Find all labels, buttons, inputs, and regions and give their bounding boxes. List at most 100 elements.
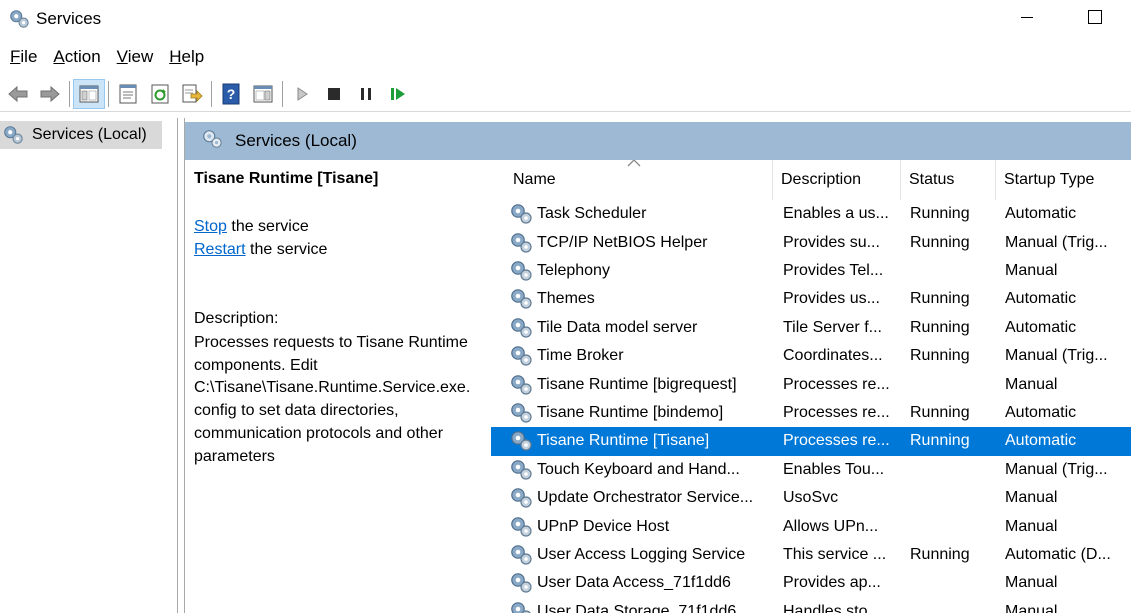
stop-service-button[interactable]: [318, 79, 350, 109]
show-action-pane-button[interactable]: [247, 79, 279, 109]
table-row[interactable]: Tisane Runtime [bindemo] Processes re... R…: [491, 399, 1131, 427]
table-row[interactable]: Time Broker Coordinates... Running Manual (…: [491, 342, 1131, 370]
service-status: Running: [910, 318, 970, 336]
service-startup-type: Manual: [1005, 574, 1058, 592]
pane-header-label: Services (Local): [235, 131, 357, 150]
table-row[interactable]: Tisane Runtime [Tisane] Processes re... Ru…: [491, 427, 1131, 456]
help-button[interactable]: ?: [215, 79, 247, 109]
properties-button[interactable]: [112, 79, 144, 109]
menu-help-accel: H: [169, 47, 182, 66]
service-startup-type: Automatic: [1005, 403, 1077, 421]
menu-action-accel: A: [53, 47, 65, 66]
pause-service-button[interactable]: [350, 79, 382, 109]
back-arrow-icon: [8, 85, 28, 102]
toolbar-separator: [108, 80, 109, 107]
service-startup-type: Automatic: [1005, 432, 1077, 450]
services-list: Name Description Status Startup Type Tas…: [491, 160, 1131, 613]
maximize-icon: [1088, 10, 1102, 24]
selected-service-title: Tisane Runtime [Tisane]: [194, 170, 379, 187]
service-startup-type: Automatic (D...: [1005, 545, 1111, 563]
column-header-startup-type[interactable]: Startup Type: [996, 160, 1131, 200]
tree-item-services-local[interactable]: Services (Local): [0, 121, 162, 149]
table-row[interactable]: Touch Keyboard and Hand... Enables Tou...…: [491, 456, 1131, 484]
service-description: Processes re...: [783, 403, 890, 421]
service-status: [910, 456, 1000, 484]
service-description: Provides us...: [783, 290, 880, 308]
stop-service-icon: [328, 87, 340, 100]
table-row[interactable]: User Access Logging Service This service …: [491, 541, 1131, 569]
resume-service-button[interactable]: [382, 79, 414, 109]
table-row[interactable]: TCP/IP NetBIOS Helper Provides su... Runni…: [491, 228, 1131, 256]
svg-text:?: ?: [227, 86, 236, 102]
table-row[interactable]: UPnP Device Host Allows UPn... Manual: [491, 512, 1131, 540]
table-row[interactable]: Telephony Provides Tel... Manual: [491, 257, 1131, 285]
table-row[interactable]: User Data Storage_71f1dd6 Handles sto... M…: [491, 598, 1131, 613]
column-header-name[interactable]: Name: [505, 160, 773, 200]
service-status: Running: [910, 545, 970, 563]
refresh-button[interactable]: [144, 79, 176, 109]
table-row[interactable]: User Data Access_71f1dd6 Provides ap... Ma…: [491, 569, 1131, 597]
minimize-button[interactable]: [1004, 0, 1050, 34]
services-gear-icon: [2, 124, 28, 146]
extended-description-pane: Tisane Runtime [Tisane] Stop the service…: [185, 160, 491, 613]
forward-button[interactable]: [34, 79, 66, 109]
restart-suffix: the service: [245, 241, 328, 258]
restart-line: Restart the service: [194, 241, 327, 259]
service-description: Enables Tou...: [783, 460, 885, 478]
table-row[interactable]: Task Scheduler Enables a us... Running Auto…: [491, 200, 1131, 228]
service-startup-type: Manual: [1005, 375, 1058, 393]
pane-header: Services (Local): [185, 122, 1131, 160]
service-status: Running: [910, 432, 970, 450]
service-startup-type: Manual: [1005, 261, 1058, 279]
column-header-status[interactable]: Status: [901, 160, 996, 200]
show-hide-console-tree-button[interactable]: [73, 78, 105, 109]
service-status: [910, 512, 1000, 540]
service-status: Running: [910, 290, 970, 308]
back-button[interactable]: [2, 79, 34, 109]
service-startup-type: Manual: [1005, 517, 1058, 535]
service-name: Tisane Runtime [bindemo]: [537, 403, 724, 421]
menu-view[interactable]: View: [109, 47, 162, 67]
window-title: Services: [36, 9, 102, 28]
export-list-button[interactable]: [176, 79, 208, 109]
toolbar-separator: [282, 80, 283, 107]
menu-file[interactable]: File: [2, 47, 45, 67]
service-description: Enables a us...: [783, 205, 889, 223]
service-startup-type: Manual (Trig...: [1005, 347, 1108, 365]
maximize-button[interactable]: [1072, 0, 1118, 34]
service-description: Handles sto...: [783, 602, 881, 613]
menu-view-label: iew: [127, 47, 154, 66]
service-gear-icon: [509, 399, 535, 427]
restart-service-link[interactable]: Restart: [194, 241, 246, 258]
service-name: Time Broker: [537, 347, 624, 365]
service-name: UPnP Device Host: [537, 517, 670, 535]
service-startup-type: Manual: [1005, 602, 1058, 613]
menu-help[interactable]: Help: [161, 47, 212, 67]
service-status: [910, 484, 1000, 512]
service-status: [910, 370, 1000, 398]
column-header-description[interactable]: Description: [773, 160, 901, 200]
table-row[interactable]: Themes Provides us... Running Automatic: [491, 285, 1131, 313]
table-row[interactable]: Tisane Runtime [bigrequest] Processes re.…: [491, 370, 1131, 398]
menu-action[interactable]: Action: [45, 47, 108, 67]
service-gear-icon: [509, 285, 535, 313]
service-description: Provides Tel...: [783, 261, 884, 279]
start-service-button[interactable]: [286, 79, 318, 109]
service-name: Touch Keyboard and Hand...: [537, 460, 740, 478]
menu-bar: File Action View Help: [0, 40, 1131, 74]
service-name: User Data Storage_71f1dd6: [537, 602, 737, 613]
forward-arrow-icon: [40, 85, 60, 102]
stop-line: Stop the service: [194, 218, 309, 236]
start-service-icon: [297, 86, 308, 101]
service-description: Allows UPn...: [783, 517, 879, 535]
services-gear-icon: [201, 128, 223, 155]
table-row[interactable]: Update Orchestrator Service... UsoSvc Manu…: [491, 484, 1131, 512]
details-pane: Services (Local) Tisane Runtime [Tisane]…: [184, 118, 1131, 613]
service-gear-icon: [509, 314, 535, 342]
service-gear-icon: [509, 484, 535, 512]
service-name: Telephony: [537, 261, 610, 279]
service-startup-type: Automatic: [1005, 290, 1077, 308]
service-status: Running: [910, 205, 970, 223]
table-row[interactable]: Tile Data model server Tile Server f... Ru…: [491, 314, 1131, 342]
stop-service-link[interactable]: Stop: [194, 218, 227, 235]
